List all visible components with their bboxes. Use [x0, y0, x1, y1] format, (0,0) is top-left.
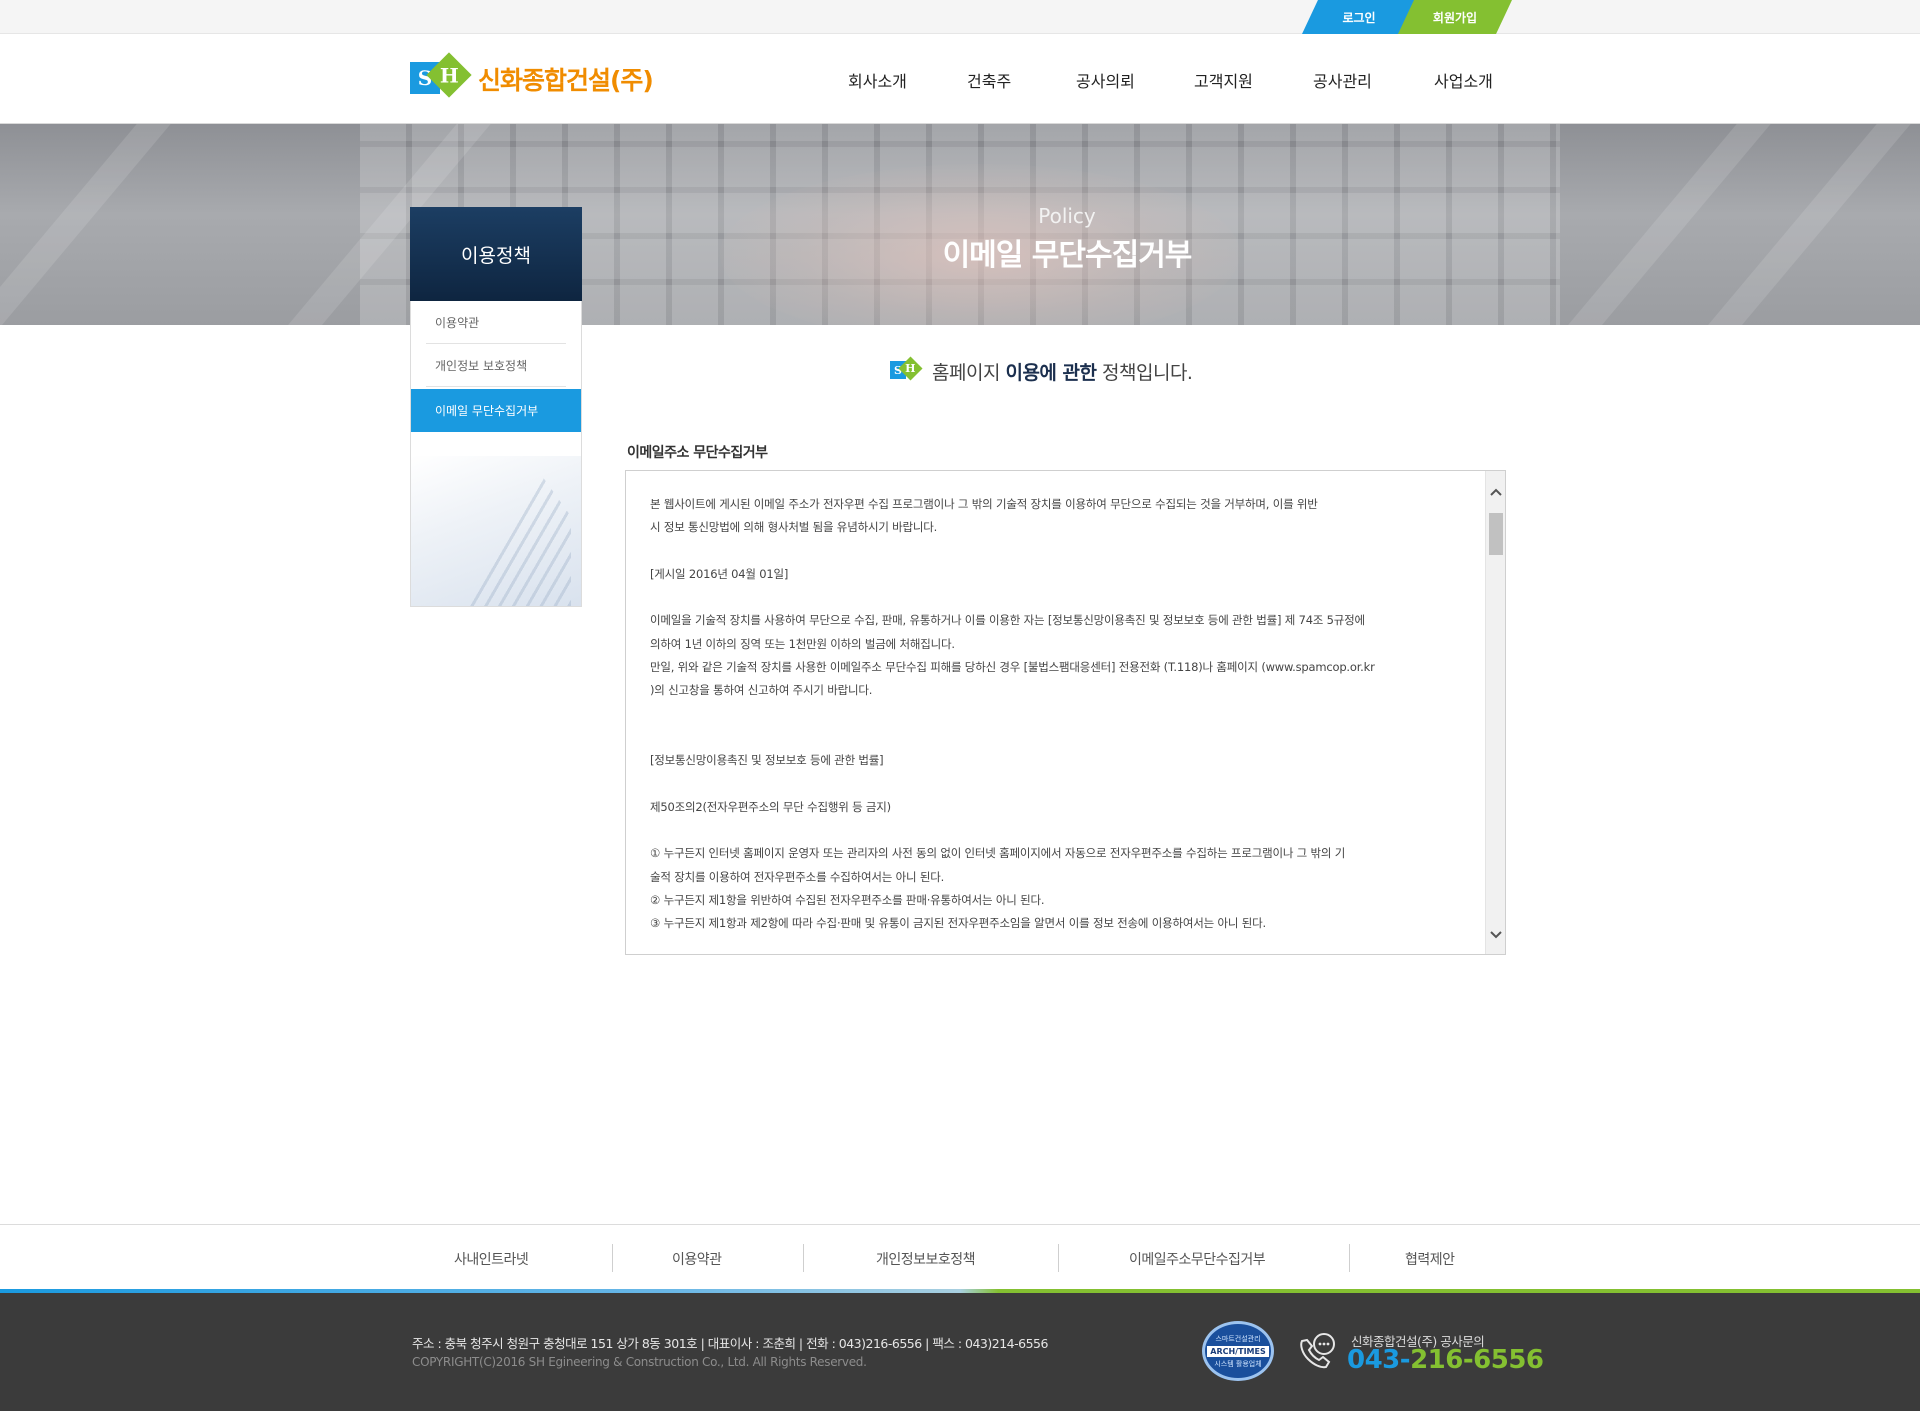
- logo-text: 신화종합건설(주): [478, 66, 654, 95]
- nav-support[interactable]: 고객지원: [1194, 68, 1253, 92]
- policy-line: [게시일 2016년 04월 01일]: [650, 566, 789, 581]
- footer-link-privacy[interactable]: 개인정보보호정책: [876, 1249, 976, 1269]
- hero-banner: Policy 이메일 무단수집거부: [0, 124, 1920, 325]
- policy-line: ③ 누구든지 제1항과 제2항에 따라 수집·판매 및 유통이 금지된 전자우편…: [650, 916, 1266, 931]
- scroll-thumb[interactable]: [1489, 513, 1503, 555]
- policy-line: [650, 726, 1472, 749]
- policy-line: 술적 장치를 이용하여 전자우편주소를 수집하여서는 아니 된다.: [650, 869, 945, 884]
- policy-line: 만일, 위와 같은 기술적 장치를 사용한 이메일주소 무단수집 피해를 당하신…: [650, 660, 1375, 675]
- badge-mid-text: ARCH/TIMES: [1207, 1345, 1269, 1357]
- footer-link-email-refusal[interactable]: 이메일주소무단수집거부: [1129, 1249, 1266, 1269]
- archtimes-badge: 스마트건설관리 ARCH/TIMES 시스템 활용업체: [1202, 1321, 1274, 1381]
- policy-line: [650, 703, 1472, 726]
- section-title: 이메일주소 무단수집거부: [627, 445, 768, 461]
- join-button[interactable]: 회원가입: [1398, 0, 1512, 34]
- logo-mark: S H: [410, 52, 474, 102]
- site-footer: 주소 : 충북 청주시 청원구 충청대로 151 상가 8동 301호 | 대표…: [0, 1293, 1920, 1411]
- sh-mark-icon: S H: [890, 356, 923, 383]
- login-button[interactable]: 로그인: [1302, 0, 1416, 34]
- divider: [612, 1244, 613, 1272]
- intro-pre: 홈페이지: [932, 361, 1006, 384]
- divider: [1349, 1244, 1350, 1272]
- divider: [803, 1244, 804, 1272]
- policy-line: [650, 773, 1472, 796]
- site-header: S H 신화종합건설(주): [0, 34, 1920, 124]
- policy-line: 시 정보 통신망법에 의해 형사처벌 됨을 유념하시기 바랍니다.: [650, 520, 938, 535]
- policy-line: ② 누구든지 제1항을 위반하여 수집된 전자우편주소를 판매·유통하여서는 아…: [650, 893, 1045, 908]
- sidebar-item-privacy[interactable]: 개인정보 보호정책: [411, 344, 581, 387]
- building-illustration: [411, 456, 581, 606]
- cs-phone-part-a: 043-: [1347, 1345, 1411, 1375]
- sidebar-item-email-refusal[interactable]: 이메일 무단수집거부: [411, 389, 581, 432]
- divider: [1058, 1244, 1059, 1272]
- cs-phone-part-b: 216-6556: [1410, 1345, 1544, 1375]
- mini-mark-h-letter: H: [905, 362, 916, 375]
- logo-mark-h-letter: H: [439, 63, 459, 87]
- nav-owner[interactable]: 건축주: [967, 68, 1011, 92]
- policy-line: [650, 540, 1472, 563]
- nav-construction[interactable]: 공사관리: [1313, 68, 1372, 92]
- policy-line: ① 누구든지 인터넷 홈페이지 운영자 또는 관리자의 사전 동의 없이 인터넷…: [650, 846, 1346, 861]
- policy-line: [650, 819, 1472, 842]
- intro-post: 정책입니다.: [1096, 361, 1193, 384]
- policy-line: 의하여 1년 이하의 징역 또는 1천만원 이하의 벌금에 처해집니다.: [650, 636, 955, 651]
- top-utility-bar: 로그인 회원가입: [0, 0, 1920, 34]
- nav-company[interactable]: 회사소개: [848, 68, 907, 92]
- phone-chat-icon: [1300, 1333, 1335, 1369]
- company-address: 주소 : 충북 청주시 청원구 충청대로 151 상가 8동 301호 | 대표…: [412, 1336, 1048, 1351]
- sidebar-title: 이용정책: [410, 207, 582, 301]
- policy-text: 본 웹사이트에 게시된 이메일 주소가 전자우편 수집 프로그램이나 그 밖의 …: [650, 493, 1472, 936]
- footer-links: 사내인트라넷 이용약관 개인정보보호정책 이메일주소무단수집거부 협력제안: [0, 1224, 1920, 1289]
- copyright: COPYRIGHT(C)2016 SH Egineering & Constru…: [412, 1355, 867, 1369]
- sidebar-item-terms[interactable]: 이용약관: [411, 301, 581, 344]
- policy-line: [650, 586, 1472, 609]
- badge-top-text: 스마트건설관리: [1215, 1334, 1261, 1343]
- policy-scrollbar[interactable]: [1485, 471, 1505, 954]
- site-logo[interactable]: S H 신화종합건설(주): [410, 52, 654, 102]
- hero-title: 이메일 무단수집거부: [942, 238, 1193, 273]
- hero-subtitle: Policy: [1038, 204, 1096, 228]
- policy-textarea[interactable]: 본 웹사이트에 게시된 이메일 주소가 전자우편 수집 프로그램이나 그 밖의 …: [625, 470, 1506, 955]
- policy-line: 본 웹사이트에 게시된 이메일 주소가 전자우편 수집 프로그램이나 그 밖의 …: [650, 497, 1318, 511]
- policy-line: 제50조의2(전자우편주소의 무단 수집행위 등 금지): [650, 799, 891, 814]
- chevron-up-icon[interactable]: [1486, 481, 1505, 503]
- policy-line: )의 신고창을 통하여 신고하여 주시기 바랍니다.: [650, 683, 873, 698]
- cs-phone-number: 043-216-6556: [1347, 1345, 1544, 1375]
- chevron-down-icon[interactable]: [1486, 924, 1505, 946]
- footer-link-intranet[interactable]: 사내인트라넷: [454, 1249, 529, 1269]
- footer-link-terms[interactable]: 이용약관: [672, 1249, 722, 1269]
- nav-request[interactable]: 공사의뢰: [1076, 68, 1135, 92]
- sidebar-menu: 이용약관 개인정보 보호정책 이메일 무단수집거부: [410, 301, 582, 607]
- policy-line: 이메일을 기술적 장치를 사용하여 무단으로 수집, 판매, 유통하거나 이를 …: [650, 613, 1365, 628]
- footer-link-partnership[interactable]: 협력제안: [1405, 1249, 1455, 1269]
- intro-strong: 이용에 관한: [1005, 361, 1097, 384]
- nav-business[interactable]: 사업소개: [1434, 68, 1493, 92]
- policy-line: [정보통신망이용촉진 및 정보보호 등에 관한 법률]: [650, 753, 884, 768]
- badge-bottom-text: 시스템 활용업체: [1214, 1359, 1262, 1368]
- intro-text: 홈페이지 이용에 관한 정책입니다.: [932, 358, 1193, 385]
- page-intro: S H 홈페이지 이용에 관한 정책입니다.: [890, 356, 1193, 386]
